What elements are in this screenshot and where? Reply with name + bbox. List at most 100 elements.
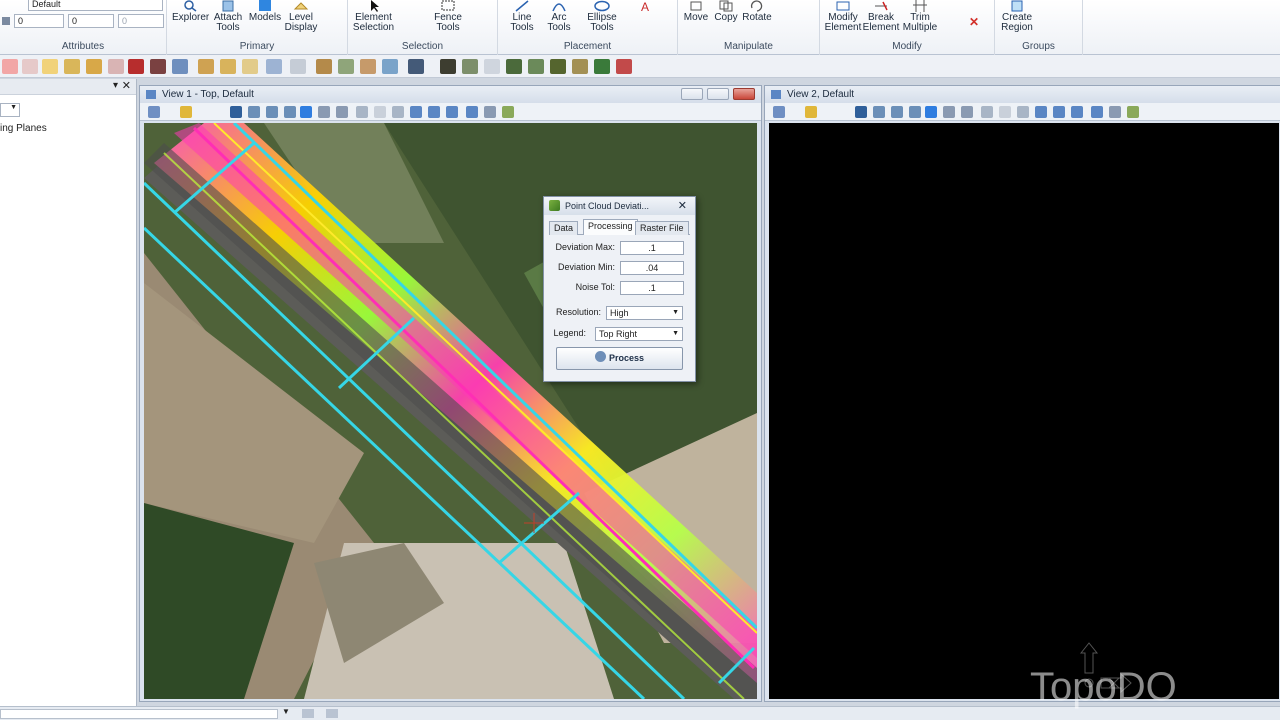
tool-icon-24[interactable]	[528, 59, 544, 74]
legend-select[interactable]: Top Right ▼	[595, 327, 683, 341]
view-attributes-icon[interactable]	[148, 106, 160, 118]
tool-icon-4[interactable]	[64, 59, 80, 74]
display-style-icon[interactable]	[805, 106, 817, 118]
zoom-out-icon[interactable]	[891, 106, 903, 118]
tool-icon-9[interactable]	[172, 59, 188, 74]
tool-icon-5[interactable]	[86, 59, 102, 74]
tool-icon-14[interactable]	[290, 59, 306, 74]
tool-icon-12[interactable]	[242, 59, 258, 74]
status-tool-icon[interactable]	[302, 709, 314, 718]
view-2-canvas[interactable]	[769, 123, 1279, 699]
copy-view-icon[interactable]	[1017, 106, 1029, 118]
view-attributes-icon[interactable]	[773, 106, 785, 118]
view-next-icon[interactable]	[374, 106, 386, 118]
window-area-icon[interactable]	[284, 106, 296, 118]
camera-icon[interactable]	[1071, 106, 1083, 118]
clip-volume-icon[interactable]	[410, 106, 422, 118]
attach-tools-button[interactable]: Attach Tools	[211, 0, 245, 33]
explorer-button[interactable]: Explorer	[172, 0, 209, 23]
tool-icon-28[interactable]	[616, 59, 632, 74]
render-icon[interactable]	[502, 106, 514, 118]
maximize-button[interactable]	[707, 88, 729, 100]
modify-element-button[interactable]: Modify Element	[824, 0, 862, 33]
tool-icon-1[interactable]	[2, 59, 18, 74]
tab-processing[interactable]: Processing	[583, 219, 638, 235]
pan-view-icon[interactable]	[336, 106, 348, 118]
dialog-titlebar[interactable]: Point Cloud Deviati... ✕	[544, 197, 695, 215]
chevron-down-icon[interactable]: ▼	[282, 707, 290, 716]
display-style-icon[interactable]	[180, 106, 192, 118]
update-view-icon[interactable]	[230, 106, 242, 118]
view-previous-icon[interactable]	[981, 106, 993, 118]
dialog-close-button[interactable]: ✕	[678, 197, 687, 215]
style-combo[interactable]: 0	[68, 14, 114, 28]
camera-icon[interactable]	[446, 106, 458, 118]
transparency-combo[interactable]: 0	[118, 14, 164, 28]
tool-icon-23[interactable]	[506, 59, 522, 74]
close-panel-icon[interactable]: ✕	[122, 79, 131, 92]
tool-icon-13[interactable]	[266, 59, 282, 74]
status-settings-icon[interactable]	[326, 709, 338, 718]
tool-icon-6[interactable]	[108, 59, 124, 74]
tool-icon-8[interactable]	[150, 59, 166, 74]
tool-icon-7[interactable]	[128, 59, 144, 74]
tool-icon-11[interactable]	[220, 59, 236, 74]
view-previous-icon[interactable]	[356, 106, 368, 118]
tool-icon-20[interactable]	[440, 59, 456, 74]
zoom-out-icon[interactable]	[266, 106, 278, 118]
tool-icon-27[interactable]	[594, 59, 610, 74]
rotate-button[interactable]: Rotate	[742, 0, 772, 23]
ellipse-tools-button[interactable]: Ellipse Tools	[582, 0, 622, 33]
models-button[interactable]: Models	[248, 0, 282, 23]
view-rotation-icon[interactable]	[466, 106, 478, 118]
weight-combo[interactable]: 0	[14, 14, 64, 28]
tool-icon-10[interactable]	[198, 59, 214, 74]
tool-icon-16[interactable]	[338, 59, 354, 74]
fence-tools-button[interactable]: Fence Tools	[428, 0, 468, 33]
copy-view-icon[interactable]	[392, 106, 404, 118]
view-rotation-icon[interactable]	[1091, 106, 1103, 118]
zoom-in-icon[interactable]	[873, 106, 885, 118]
close-button[interactable]	[733, 88, 755, 100]
tool-icon-18[interactable]	[382, 59, 398, 74]
tool-icon-15[interactable]	[316, 59, 332, 74]
delete-button[interactable]: ✕	[965, 16, 983, 29]
arc-tools-button[interactable]: Arc Tools	[540, 0, 578, 33]
fit-view-icon[interactable]	[925, 106, 937, 118]
break-element-button[interactable]: Break Element	[862, 0, 900, 33]
tool-icon-25[interactable]	[550, 59, 566, 74]
clip-volume-icon[interactable]	[1035, 106, 1047, 118]
rotate-view-icon[interactable]	[943, 106, 955, 118]
copy-button[interactable]: Copy	[712, 0, 740, 23]
drawing-planes-item[interactable]: ing Planes	[0, 123, 47, 134]
minimize-button[interactable]	[681, 88, 703, 100]
level-display-button[interactable]: Level Display	[284, 0, 318, 33]
tool-icon-22[interactable]	[484, 59, 500, 74]
tool-icon-2[interactable]	[22, 59, 38, 74]
pin-icon[interactable]: ▾	[113, 80, 118, 91]
resolution-select[interactable]: High ▼	[606, 306, 683, 320]
pan-view-icon[interactable]	[961, 106, 973, 118]
deviation-min-input[interactable]: .04	[620, 261, 684, 275]
trim-multiple-button[interactable]: Trim Multiple	[900, 0, 940, 33]
clip-mask-icon[interactable]	[1053, 106, 1065, 118]
render-icon[interactable]	[1127, 106, 1139, 118]
process-button[interactable]: Process	[556, 347, 683, 370]
tool-icon-21[interactable]	[462, 59, 478, 74]
line-tools-button[interactable]: Line Tools	[502, 0, 542, 33]
update-view-icon[interactable]	[855, 106, 867, 118]
noise-tol-input[interactable]: .1	[620, 281, 684, 295]
tool-icon-19[interactable]	[408, 59, 424, 74]
filter-icon[interactable]	[484, 106, 496, 118]
status-input[interactable]	[0, 709, 278, 719]
tab-raster-file[interactable]: Raster File	[635, 221, 689, 235]
window-area-icon[interactable]	[909, 106, 921, 118]
tool-icon-26[interactable]	[572, 59, 588, 74]
create-region-button[interactable]: Create Region	[999, 0, 1035, 33]
clip-mask-icon[interactable]	[428, 106, 440, 118]
filter-icon[interactable]	[1109, 106, 1121, 118]
rotate-view-icon[interactable]	[318, 106, 330, 118]
text-placement-button[interactable]: A	[626, 0, 666, 14]
zoom-in-icon[interactable]	[248, 106, 260, 118]
panel-combo[interactable]: ▼	[0, 103, 20, 117]
